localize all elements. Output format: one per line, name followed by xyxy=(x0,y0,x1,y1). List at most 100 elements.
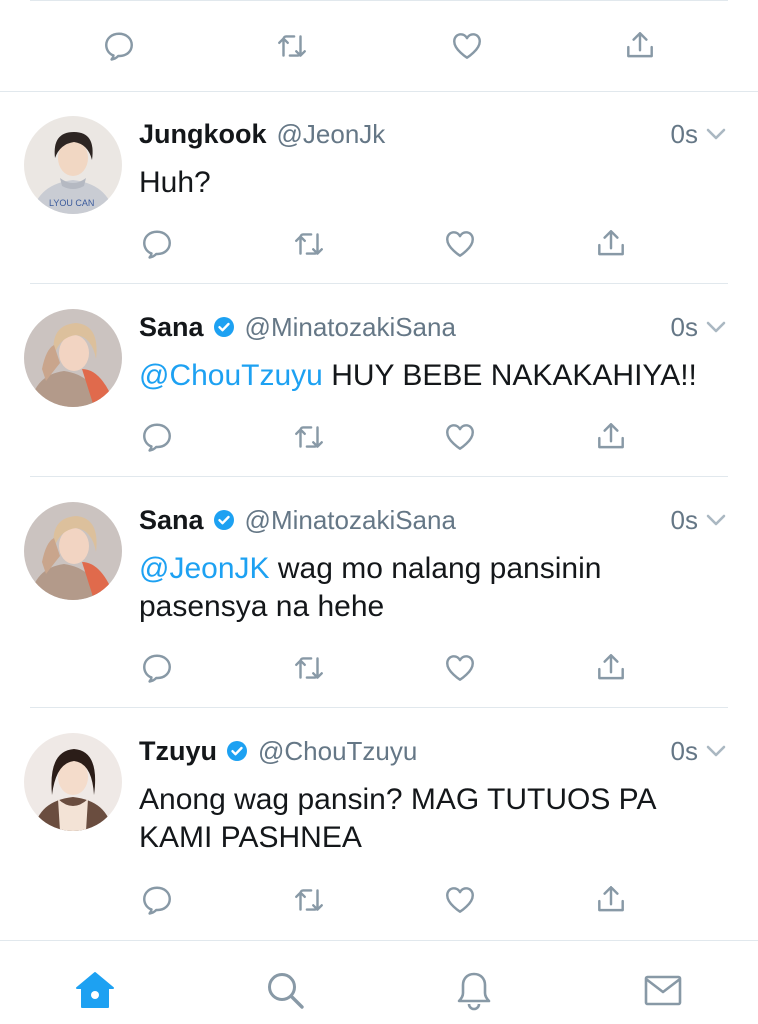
like-button[interactable] xyxy=(438,222,482,266)
bottom-tab-bar xyxy=(0,940,758,1024)
chevron-down-icon[interactable] xyxy=(704,739,728,763)
avatar[interactable] xyxy=(24,733,122,831)
like-button[interactable] xyxy=(438,878,482,922)
tweet-text: @ChouTzuyu HUY BEBE NAKAKAHIYA!! xyxy=(139,357,729,395)
tweet-divider xyxy=(0,91,758,92)
retweet-button[interactable] xyxy=(287,646,331,690)
tweet-actions xyxy=(0,646,758,696)
retweet-icon xyxy=(278,35,306,57)
like-icon xyxy=(446,231,474,257)
reply-icon xyxy=(143,230,171,259)
verified-badge-icon xyxy=(213,509,235,531)
chevron-down-icon[interactable] xyxy=(704,508,728,532)
tweet-header: Sana @MinatozakiSana xyxy=(139,502,456,538)
author-name[interactable]: Sana xyxy=(139,312,204,343)
reply-button[interactable] xyxy=(135,415,179,459)
tweet-text: Huh? xyxy=(139,164,729,202)
tweet-header: Tzuyu @ChouTzuyu xyxy=(139,733,417,769)
avatar-sana-image xyxy=(24,309,122,407)
avatar[interactable]: LYOU CAN xyxy=(24,116,122,214)
mention-link[interactable]: @ChouTzuyu xyxy=(139,359,323,392)
author-handle[interactable]: @ChouTzuyu xyxy=(258,736,417,767)
chevron-down-icon[interactable] xyxy=(704,122,728,146)
reply-icon xyxy=(143,654,171,683)
tab-home[interactable] xyxy=(72,967,118,1013)
reply-button[interactable] xyxy=(135,878,179,922)
retweet-icon xyxy=(295,233,323,255)
share-icon xyxy=(627,32,653,58)
share-icon xyxy=(598,654,624,680)
author-handle[interactable]: @MinatozakiSana xyxy=(245,505,456,536)
like-button[interactable] xyxy=(438,415,482,459)
retweet-button[interactable] xyxy=(287,878,331,922)
tweet-meta: 0s xyxy=(671,309,728,345)
author-handle[interactable]: @JeonJk xyxy=(277,119,386,150)
share-icon xyxy=(598,230,624,256)
author-name[interactable]: Tzuyu xyxy=(139,736,217,767)
tweet-header: Sana @MinatozakiSana xyxy=(139,309,456,345)
verified-badge-icon xyxy=(213,316,235,338)
notifications-icon xyxy=(457,972,491,1011)
share-icon xyxy=(598,423,624,449)
reply-button[interactable] xyxy=(135,646,179,690)
share-button[interactable] xyxy=(589,415,633,459)
avatar-sana-image xyxy=(24,502,122,600)
tweet-divider xyxy=(30,283,728,284)
tweet-meta: 0s xyxy=(671,502,728,538)
tweet-body: Huh? xyxy=(139,166,211,199)
timestamp: 0s xyxy=(670,504,698,535)
search-icon xyxy=(268,973,304,1009)
reply-icon xyxy=(105,32,133,61)
reply-button[interactable] xyxy=(135,222,179,266)
author-name[interactable]: Sana xyxy=(139,505,204,536)
reply-button[interactable] xyxy=(97,24,141,68)
author-handle[interactable]: @MinatozakiSana xyxy=(245,312,456,343)
svg-text:LYOU CAN: LYOU CAN xyxy=(49,198,94,208)
tweet-meta: 0s xyxy=(671,733,728,769)
author-name[interactable]: Jungkook xyxy=(139,119,267,150)
like-icon xyxy=(446,424,474,450)
retweet-button[interactable] xyxy=(287,222,331,266)
tweet-body: Anong wag pansin? MAG TUTUOS PA KAMI PAS… xyxy=(139,783,655,854)
share-button[interactable] xyxy=(618,24,662,68)
tweet-meta: 0s xyxy=(671,116,728,152)
avatar[interactable] xyxy=(24,309,122,407)
tweet-divider xyxy=(30,707,728,708)
messages-icon xyxy=(644,975,682,1006)
share-button[interactable] xyxy=(589,646,633,690)
timestamp: 0s xyxy=(670,735,698,766)
tweet-actions-previous xyxy=(0,24,758,74)
reply-icon xyxy=(143,886,171,915)
retweet-button[interactable] xyxy=(287,415,331,459)
tab-messages[interactable] xyxy=(640,967,686,1013)
tweet-body: HUY BEBE NAKAKAHIYA!! xyxy=(322,359,697,392)
chevron-down-icon[interactable] xyxy=(704,315,728,339)
home-icon xyxy=(76,972,114,1008)
retweet-icon xyxy=(295,889,323,911)
share-button[interactable] xyxy=(589,222,633,266)
mention-link[interactable]: @JeonJK xyxy=(139,552,270,585)
tweet-actions xyxy=(0,415,758,465)
tweet-divider xyxy=(30,476,728,477)
tweet-actions xyxy=(0,222,758,272)
tab-notifications[interactable] xyxy=(451,967,497,1013)
avatar-jungkook-image: LYOU CAN xyxy=(24,116,122,214)
tweet-actions xyxy=(0,878,758,928)
like-icon xyxy=(446,655,474,681)
reply-icon xyxy=(143,423,171,452)
like-icon xyxy=(446,887,474,913)
avatar[interactable] xyxy=(24,502,122,600)
tab-search[interactable] xyxy=(262,967,308,1013)
retweet-icon xyxy=(295,657,323,679)
timestamp: 0s xyxy=(670,118,698,149)
like-icon xyxy=(453,33,481,59)
like-button[interactable] xyxy=(445,24,489,68)
avatar-tzuyu-image xyxy=(24,733,122,831)
retweet-icon xyxy=(295,426,323,448)
retweet-button[interactable] xyxy=(270,24,314,68)
like-button[interactable] xyxy=(438,646,482,690)
share-button[interactable] xyxy=(589,878,633,922)
tweet-header: Jungkook @JeonJk xyxy=(139,116,385,152)
top-divider xyxy=(30,0,728,1)
timestamp: 0s xyxy=(670,311,698,342)
